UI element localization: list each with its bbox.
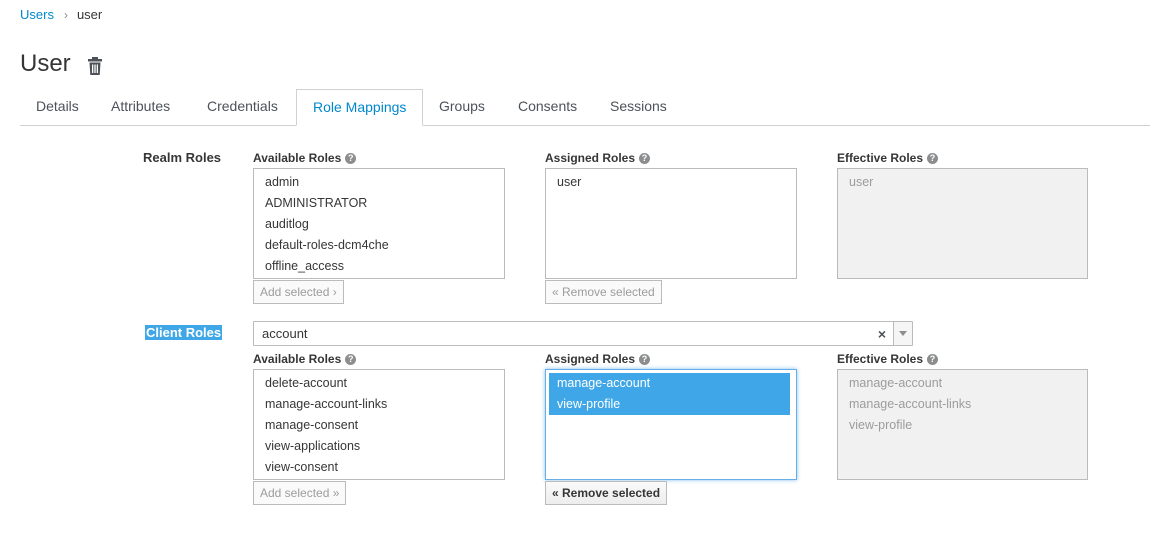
help-icon[interactable]: ? bbox=[639, 353, 651, 365]
list-item: user bbox=[849, 175, 874, 189]
tab-consents[interactable]: Consents bbox=[502, 89, 593, 124]
client-add-selected-button[interactable]: Add selected » bbox=[253, 481, 347, 505]
client-assigned-roles-list[interactable]: manage-account view-profile bbox=[545, 369, 797, 480]
realm-assigned-roles-list[interactable]: user bbox=[545, 168, 797, 279]
list-item[interactable]: view-applications bbox=[257, 436, 504, 457]
realm-effective-roles-text: Effective Roles bbox=[837, 151, 924, 165]
client-select-value: account bbox=[262, 326, 308, 341]
client-select[interactable]: account × bbox=[253, 321, 913, 346]
breadcrumb-users-link[interactable]: Users bbox=[20, 7, 54, 22]
tab-credentials[interactable]: Credentials bbox=[191, 89, 294, 124]
realm-available-roles-text: Available Roles bbox=[253, 151, 342, 165]
page-title: User bbox=[20, 50, 71, 77]
list-item[interactable]: view-consent bbox=[257, 457, 504, 478]
list-item[interactable]: ADMINISTRATOR bbox=[257, 193, 504, 214]
client-available-roles-list[interactable]: delete-account manage-account-links mana… bbox=[253, 369, 505, 480]
list-item[interactable]: default-roles-dcm4che bbox=[257, 235, 504, 256]
client-effective-roles-text: Effective Roles bbox=[837, 352, 924, 366]
breadcrumb: Users › user bbox=[20, 7, 102, 22]
list-item: view-profile bbox=[849, 418, 913, 432]
realm-effective-roles-label: Effective Roles? bbox=[837, 151, 939, 165]
breadcrumb-chevron-icon: › bbox=[63, 7, 68, 22]
realm-available-roles-list[interactable]: admin ADMINISTRATOR auditlog default-rol… bbox=[253, 168, 505, 279]
client-assigned-roles-label: Assigned Roles? bbox=[545, 352, 651, 366]
realm-effective-roles-list: user bbox=[837, 168, 1088, 279]
list-item: manage-account bbox=[849, 376, 943, 390]
breadcrumb-current: user bbox=[76, 7, 103, 22]
tab-groups[interactable]: Groups bbox=[423, 89, 501, 124]
realm-roles-label: Realm Roles bbox=[143, 150, 222, 165]
list-item-selected[interactable]: manage-account bbox=[549, 373, 790, 394]
realm-add-selected-button[interactable]: Add selected › bbox=[253, 280, 344, 304]
help-icon[interactable]: ? bbox=[927, 152, 939, 164]
list-item[interactable]: delete-account bbox=[257, 373, 504, 394]
list-item[interactable]: user bbox=[549, 172, 796, 193]
clear-icon[interactable]: × bbox=[878, 323, 886, 346]
list-item: manage-account-links bbox=[849, 397, 972, 411]
client-remove-selected-button[interactable]: « Remove selected bbox=[545, 481, 668, 505]
tab-bar: Details Attributes Credentials Role Mapp… bbox=[20, 89, 1150, 126]
trash-icon[interactable] bbox=[87, 55, 103, 75]
list-item[interactable]: manage-consent bbox=[257, 415, 504, 436]
client-effective-roles-label: Effective Roles? bbox=[837, 352, 939, 366]
list-item[interactable]: auditlog bbox=[257, 214, 504, 235]
help-icon[interactable]: ? bbox=[927, 353, 939, 365]
client-assigned-roles-text: Assigned Roles bbox=[545, 352, 636, 366]
list-item[interactable]: manage-account-links bbox=[257, 394, 504, 415]
client-roles-label: Client Roles bbox=[145, 325, 223, 340]
realm-available-roles-label: Available Roles? bbox=[253, 151, 357, 165]
realm-assigned-roles-label: Assigned Roles? bbox=[545, 151, 651, 165]
tab-details[interactable]: Details bbox=[20, 89, 95, 124]
realm-assigned-roles-text: Assigned Roles bbox=[545, 151, 636, 165]
list-item-selected[interactable]: view-profile bbox=[549, 394, 790, 415]
tab-role-mappings[interactable]: Role Mappings bbox=[296, 89, 424, 126]
list-item[interactable]: admin bbox=[257, 172, 504, 193]
help-icon[interactable]: ? bbox=[639, 152, 651, 164]
tab-sessions[interactable]: Sessions bbox=[594, 89, 683, 124]
chevron-down-icon[interactable] bbox=[893, 322, 912, 345]
help-icon[interactable]: ? bbox=[345, 353, 357, 365]
client-available-roles-text: Available Roles bbox=[253, 352, 342, 366]
client-effective-roles-list: manage-account manage-account-links view… bbox=[837, 369, 1088, 480]
page-title-row: User bbox=[20, 50, 103, 78]
help-icon[interactable]: ? bbox=[345, 152, 357, 164]
list-item[interactable]: offline_access bbox=[257, 256, 504, 277]
realm-remove-selected-button[interactable]: « Remove selected bbox=[545, 280, 662, 304]
client-available-roles-label: Available Roles? bbox=[253, 352, 357, 366]
tab-attributes[interactable]: Attributes bbox=[95, 89, 186, 124]
